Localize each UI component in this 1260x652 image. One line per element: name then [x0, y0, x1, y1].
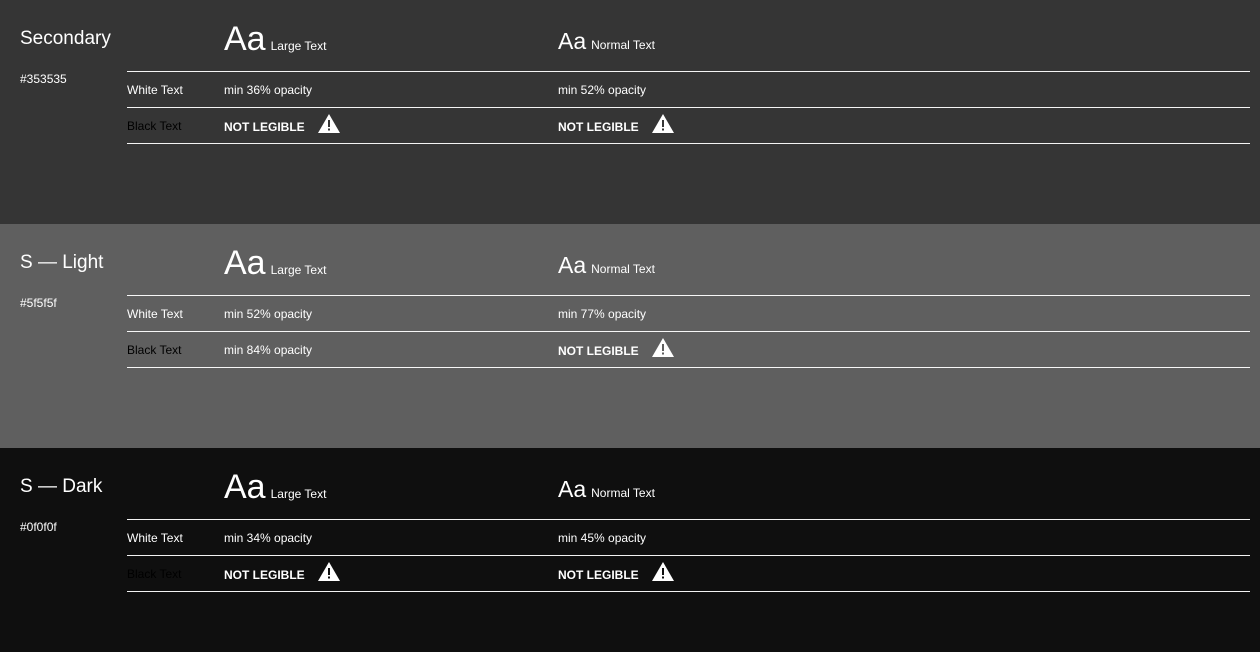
- white-large-opacity: min 52% opacity: [224, 307, 313, 321]
- divider: [127, 519, 1250, 520]
- large-text-label: Large Text: [270, 263, 327, 277]
- white-text-row-label: White Text: [127, 83, 183, 97]
- divider: [127, 143, 1250, 144]
- normal-text-header: Aa Normal Text: [558, 252, 655, 279]
- white-normal-opacity: min 45% opacity: [558, 531, 647, 545]
- divider: [127, 295, 1250, 296]
- large-text-header: Aa Large Text: [224, 244, 326, 283]
- swatch-hex: #0f0f0f: [20, 520, 57, 534]
- swatch-section-light: S — Light #5f5f5f Aa Large Text Aa Normal …: [0, 224, 1260, 448]
- swatch-name: S — Light: [20, 252, 104, 273]
- white-text-row-label: White Text: [127, 531, 183, 545]
- warning-triangle-icon: [651, 561, 675, 585]
- divider: [127, 331, 1250, 332]
- white-text-row-label: White Text: [127, 307, 183, 321]
- divider: [127, 71, 1250, 72]
- white-large-opacity: min 34% opacity: [224, 531, 313, 545]
- swatch-section-dark: S — Dark #0f0f0f Aa Large Text Aa Normal T…: [0, 448, 1260, 652]
- swatch-hex: #5f5f5f: [20, 296, 57, 310]
- swatch-name: S — Dark: [20, 476, 103, 497]
- not-legible-text: NOT LEGIBLE: [558, 568, 639, 583]
- normal-aa-sample: Aa: [558, 28, 587, 54]
- normal-text-header: Aa Normal Text: [558, 28, 655, 55]
- swatch-section-secondary: Secondary #353535 Aa Large Text Aa Normal …: [0, 0, 1260, 224]
- normal-aa-sample: Aa: [558, 476, 587, 502]
- divider: [127, 591, 1250, 592]
- divider: [127, 555, 1250, 556]
- black-text-row-label: Black Text: [127, 119, 182, 133]
- not-legible-text: NOT LEGIBLE: [224, 568, 305, 583]
- white-large-opacity: min 36% opacity: [224, 83, 313, 97]
- large-aa-sample: Aa: [224, 20, 266, 58]
- warning-triangle-icon: [651, 337, 675, 361]
- large-text-header: Aa Large Text: [224, 468, 326, 507]
- large-aa-sample: Aa: [224, 468, 266, 506]
- black-normal-result: NOT LEGIBLE: [558, 338, 675, 361]
- black-large-opacity: min 84% opacity: [224, 343, 313, 357]
- large-text-label: Large Text: [270, 39, 327, 53]
- warning-triangle-icon: [317, 113, 341, 137]
- black-normal-result: NOT LEGIBLE: [558, 562, 675, 585]
- normal-aa-sample: Aa: [558, 252, 587, 278]
- white-normal-opacity: min 52% opacity: [558, 83, 647, 97]
- divider: [127, 107, 1250, 108]
- large-text-label: Large Text: [270, 487, 327, 501]
- divider: [127, 367, 1250, 368]
- black-large-result: NOT LEGIBLE: [224, 114, 341, 137]
- normal-text-label: Normal Text: [591, 486, 655, 500]
- black-normal-result: NOT LEGIBLE: [558, 114, 675, 137]
- not-legible-text: NOT LEGIBLE: [558, 344, 639, 359]
- large-aa-sample: Aa: [224, 244, 266, 282]
- large-text-header: Aa Large Text: [224, 20, 326, 59]
- black-text-row-label: Black Text: [127, 567, 182, 581]
- normal-text-header: Aa Normal Text: [558, 476, 655, 503]
- white-normal-opacity: min 77% opacity: [558, 307, 647, 321]
- normal-text-label: Normal Text: [591, 262, 655, 276]
- not-legible-text: NOT LEGIBLE: [224, 120, 305, 135]
- normal-text-label: Normal Text: [591, 38, 655, 52]
- warning-triangle-icon: [651, 113, 675, 137]
- swatch-name: Secondary: [20, 28, 111, 49]
- black-text-row-label: Black Text: [127, 343, 182, 357]
- not-legible-text: NOT LEGIBLE: [558, 120, 639, 135]
- swatch-hex: #353535: [20, 72, 67, 86]
- black-large-result: NOT LEGIBLE: [224, 562, 341, 585]
- warning-triangle-icon: [317, 561, 341, 585]
